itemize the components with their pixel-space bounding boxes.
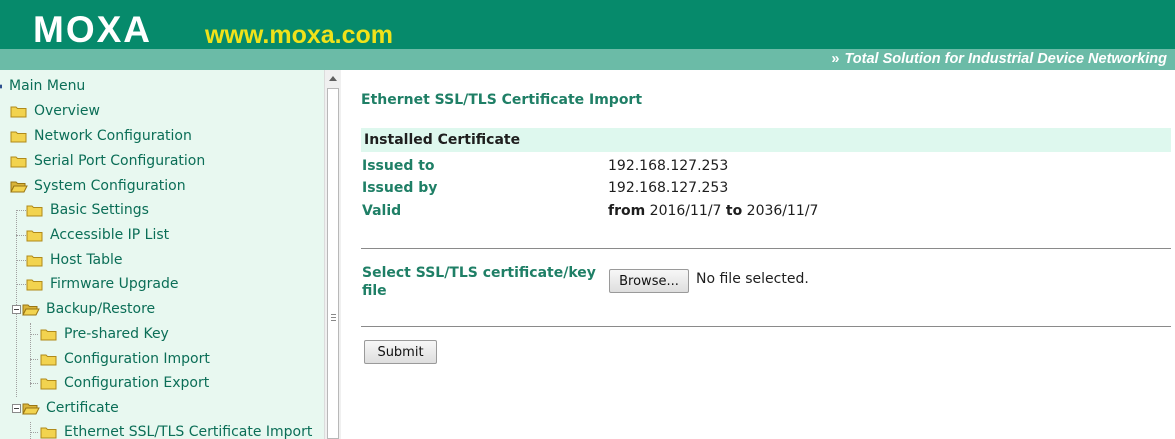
sidebar-item-configuration-import[interactable]: Configuration Import: [40, 347, 210, 371]
folder-icon: [10, 106, 27, 117]
folder-icon: [26, 279, 43, 290]
browse-button[interactable]: Browse...: [609, 269, 689, 293]
tree-guide: [16, 284, 26, 285]
sidebar-item-certificate[interactable]: Certificate: [12, 396, 119, 420]
folder-icon: [10, 131, 27, 142]
sidebar-item-label: System Configuration: [34, 178, 186, 194]
tree-guide: [16, 235, 26, 236]
folder-icon: [40, 329, 57, 340]
sidebar-item-basic-settings[interactable]: Basic Settings: [26, 198, 149, 222]
sidebar-item-label: Configuration Import: [64, 351, 210, 367]
book-icon: [0, 84, 2, 88]
valid-label: Valid: [362, 203, 402, 219]
issued-to-label: Issued to: [362, 158, 435, 174]
sidebar-item-label: Certificate: [46, 400, 119, 416]
main-content: Ethernet SSL/TLS Certificate Import Inst…: [341, 70, 1175, 439]
sidebar-item-label: Firmware Upgrade: [50, 276, 179, 292]
valid-to-word: to: [725, 203, 743, 219]
tree-guide: [30, 334, 38, 335]
sidebar-item-network-configuration[interactable]: Network Configuration: [10, 124, 192, 148]
sidebar-item-label: Pre-shared Key: [64, 326, 169, 342]
scroll-up-arrow-icon[interactable]: [329, 76, 337, 81]
tree-guide: [30, 383, 38, 384]
tagline: » Total Solution for Industrial Device Ne…: [831, 49, 1167, 70]
tree-guide: [16, 260, 26, 261]
tagline-text: Total Solution for Industrial Device Net…: [844, 51, 1167, 67]
valid-from-word: from: [608, 203, 646, 219]
valid-to-date: 2036/11/7: [746, 203, 819, 219]
sidebar-item-label: Host Table: [50, 252, 123, 268]
collapse-icon[interactable]: [12, 304, 21, 314]
sidebar-item-label: Serial Port Configuration: [34, 153, 206, 169]
folder-icon: [26, 205, 43, 216]
folder-icon: [26, 255, 43, 266]
folder-icon: [40, 354, 57, 365]
sidebar-item-label: Network Configuration: [34, 128, 192, 144]
page-title: Ethernet SSL/TLS Certificate Import: [361, 92, 643, 108]
tree-guide: [30, 422, 31, 439]
sidebar-item-pre-shared-key[interactable]: Pre-shared Key: [40, 322, 169, 346]
scrollbar-thumb[interactable]: [327, 88, 339, 439]
sidebar-item-firmware-upgrade[interactable]: Firmware Upgrade: [26, 272, 178, 296]
sidebar-item-label: Accessible IP List: [50, 227, 170, 243]
folder-icon: [26, 230, 43, 241]
sidebar-item-main-menu[interactable]: Main Menu: [0, 74, 85, 98]
folder-icon: [40, 427, 57, 438]
folder-open-icon: [22, 304, 40, 315]
divider: [361, 248, 1171, 249]
sidebar-item-configuration-export[interactable]: Configuration Export: [40, 371, 209, 395]
moxa-logo: MOXA: [33, 9, 152, 50]
tree-guide: [16, 210, 26, 211]
sidebar-item-accessible-ip-list[interactable]: Accessible IP List: [26, 223, 169, 247]
sidebar-item-label: Ethernet SSL/TLS Certificate Import: [64, 424, 313, 439]
grip-icon: [331, 314, 336, 315]
header-banner: MOXA www.moxa.com » Total Solution for In…: [0, 0, 1175, 70]
site-url[interactable]: www.moxa.com: [205, 20, 393, 50]
folder-icon: [40, 378, 57, 389]
tree-guide: [30, 359, 38, 360]
select-certificate-label: Select SSL/TLS certificate/key file: [362, 265, 596, 299]
installed-certificate-header: Installed Certificate: [361, 128, 1171, 152]
folder-open-icon: [22, 403, 40, 414]
double-chevron-icon: »: [831, 51, 840, 67]
valid-value: from 2016/11/7 to 2036/11/7: [608, 203, 818, 219]
issued-by-value: 192.168.127.253: [608, 180, 729, 196]
sidebar-item-system-configuration[interactable]: System Configuration: [10, 174, 186, 198]
sidebar-scrollbar[interactable]: [324, 70, 341, 439]
folder-icon: [10, 156, 27, 167]
issued-to-value: 192.168.127.253: [608, 158, 729, 174]
sidebar-item-label: Backup/Restore: [46, 301, 156, 317]
sidebar-item-label: Configuration Export: [64, 375, 210, 391]
sidebar-item-backup-restore[interactable]: Backup/Restore: [12, 297, 155, 321]
sidebar-item-label: Basic Settings: [50, 202, 149, 218]
collapse-icon[interactable]: [12, 403, 21, 413]
sidebar-item-overview[interactable]: Overview: [10, 99, 100, 123]
tree-guide: [30, 432, 38, 433]
issued-by-label: Issued by: [362, 180, 438, 196]
folder-open-icon: [10, 181, 28, 192]
tree-guide: [30, 323, 31, 387]
submit-button[interactable]: Submit: [364, 340, 437, 364]
sidebar-item-label: Main Menu: [9, 78, 86, 94]
sidebar-item-label: Overview: [34, 103, 100, 119]
sidebar-item-host-table[interactable]: Host Table: [26, 248, 123, 272]
valid-from-date: 2016/11/7: [649, 203, 722, 219]
sidebar-item-serial-port-configuration[interactable]: Serial Port Configuration: [10, 149, 205, 173]
file-status: No file selected.: [696, 271, 809, 287]
sidebar-tree: Main Menu Overview Network Configuration…: [0, 70, 324, 439]
sidebar-item-ethernet-ssl-tls-certificate-import[interactable]: Ethernet SSL/TLS Certificate Import: [40, 420, 312, 439]
tagline-bar: » Total Solution for Industrial Device Ne…: [0, 49, 1175, 70]
divider: [361, 326, 1171, 327]
